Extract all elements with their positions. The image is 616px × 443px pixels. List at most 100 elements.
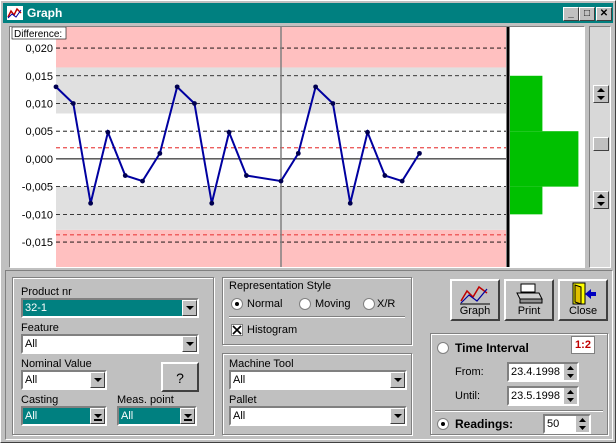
radio-moving-label[interactable]: Moving: [315, 298, 350, 310]
data-point: [192, 101, 197, 106]
scroll-up-down-button-bottom[interactable]: [593, 191, 609, 209]
casting-select[interactable]: All: [21, 406, 107, 426]
title-bar[interactable]: Graph _ □ ✕: [3, 3, 613, 23]
radio-time-interval[interactable]: [437, 342, 449, 354]
up-down-arrows-icon: [597, 194, 605, 206]
product-nr-value: 32-1: [25, 302, 48, 314]
meas-point-value: All: [121, 410, 134, 422]
product-nr-label: Product nr: [21, 286, 72, 298]
dropdown-button[interactable]: [390, 372, 405, 388]
histogram-label[interactable]: Histogram: [247, 324, 297, 336]
data-point: [209, 200, 215, 206]
dropdown-button[interactable]: [90, 408, 105, 424]
graph-button[interactable]: Graph: [450, 279, 500, 321]
close-button-label: Close: [568, 305, 598, 317]
from-date-value: 23.4.1998: [511, 366, 560, 378]
y-axis-label: Difference:: [14, 29, 62, 40]
up-down-arrows-icon: [579, 418, 586, 430]
maximize-icon: □: [583, 8, 591, 19]
chevron-down-icon: [186, 306, 194, 310]
histogram-bar: [510, 186, 543, 215]
radio-moving[interactable]: [299, 298, 311, 310]
data-point: [105, 129, 111, 135]
data-point: [53, 84, 59, 90]
time-interval-group: Time Interval 1:2 From: 23.4.1998 Until:…: [430, 333, 608, 435]
print-button[interactable]: Print: [504, 279, 554, 321]
y-tick-label: -0,010: [22, 209, 53, 221]
dropdown-button[interactable]: [182, 300, 197, 316]
radio-xr-label[interactable]: X/R: [377, 298, 395, 310]
from-date-field[interactable]: 23.4.1998: [507, 362, 579, 382]
time-interval-label[interactable]: Time Interval: [455, 341, 529, 355]
y-tick-label: -0,005: [22, 182, 53, 194]
divider: [229, 316, 405, 318]
help-button[interactable]: ?: [161, 362, 199, 392]
until-date-field[interactable]: 23.5.1998: [507, 386, 579, 406]
pallet-label: Pallet: [229, 394, 257, 406]
histogram-checkbox[interactable]: [231, 324, 243, 336]
minimize-button[interactable]: _: [563, 7, 579, 21]
machine-tool-value: All: [233, 374, 246, 386]
data-point: [347, 200, 353, 206]
radio-xr[interactable]: [363, 298, 375, 310]
scroll-up-down-button-top[interactable]: [593, 85, 609, 103]
data-point: [157, 150, 163, 156]
readings-spinner[interactable]: [576, 416, 589, 432]
nominal-value-select[interactable]: All: [21, 370, 107, 390]
radio-readings[interactable]: [437, 418, 449, 430]
minimize-icon: _: [568, 8, 574, 19]
calendar-icon[interactable]: 1:2: [571, 336, 595, 354]
data-point: [313, 84, 319, 90]
readings-field[interactable]: 50: [543, 414, 591, 434]
line-chart-icon: [459, 283, 491, 305]
data-point: [243, 173, 249, 178]
vertical-scrollbar[interactable]: [589, 26, 611, 268]
casting-value: All: [25, 410, 38, 422]
dropdown-button[interactable]: [180, 408, 195, 424]
pallet-select[interactable]: All: [229, 406, 407, 426]
histogram-bar: [510, 131, 579, 187]
close-window-button[interactable]: ✕: [596, 7, 612, 21]
chart-frame: 0,020 0,015 0,010 0,005 0,000 -0,005 -0,010 -0,…: [9, 26, 585, 268]
feature-label: Feature: [21, 322, 59, 334]
radio-normal[interactable]: [231, 298, 243, 310]
feature-select[interactable]: All: [21, 334, 199, 354]
meas-point-label: Meas. point: [117, 394, 174, 406]
readings-label[interactable]: Readings:: [455, 417, 513, 431]
from-date-spinner[interactable]: [564, 364, 577, 380]
printer-icon: [516, 283, 543, 304]
data-point: [88, 200, 94, 206]
dropdown-button[interactable]: [90, 372, 105, 388]
graph-window: Graph _ □ ✕ 0,020 0,015 0,010 0,005 0,000 -0,…: [0, 0, 616, 443]
meas-point-select[interactable]: All: [117, 406, 197, 426]
close-button[interactable]: Close: [558, 279, 608, 321]
maximize-button[interactable]: □: [579, 7, 595, 21]
dropdown-button[interactable]: [182, 336, 197, 352]
print-button-label: Print: [517, 305, 541, 317]
product-nr-select[interactable]: 32-1: [21, 298, 199, 318]
scroll-thumb[interactable]: [593, 137, 609, 151]
until-label: Until:: [455, 390, 481, 402]
machine-tool-select[interactable]: All: [229, 370, 407, 390]
up-down-arrows-icon: [567, 366, 574, 378]
casting-label: Casting: [21, 394, 59, 406]
data-point: [140, 178, 145, 184]
y-tick-label: -0,015: [22, 237, 53, 249]
data-point: [417, 150, 422, 156]
data-point: [399, 178, 405, 184]
y-tick-label: 0,020: [25, 43, 53, 55]
data-point: [278, 178, 284, 184]
until-date-spinner[interactable]: [564, 388, 577, 404]
chevron-down-icon: [186, 342, 194, 346]
data-point: [382, 173, 388, 178]
chevron-down-bar-icon: [94, 414, 102, 421]
machine-pallet-group: Machine Tool All Pallet All: [222, 353, 412, 435]
y-tick-label: 0,010: [25, 98, 53, 110]
dropdown-button[interactable]: [390, 408, 405, 424]
graph-button-label: Graph: [459, 305, 491, 317]
until-date-value: 23.5.1998: [511, 390, 560, 402]
y-tick-label: 0,000: [25, 154, 53, 166]
radio-normal-label[interactable]: Normal: [247, 298, 282, 310]
checkmark-icon: [232, 325, 242, 335]
data-point: [174, 84, 180, 90]
